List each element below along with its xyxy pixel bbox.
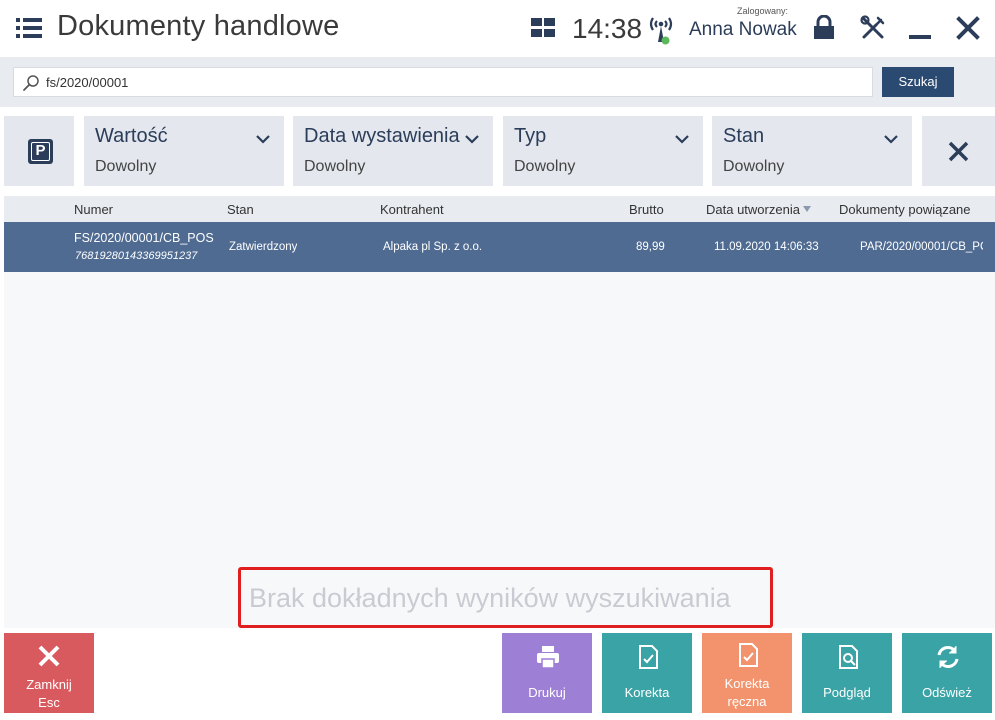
minimize-icon[interactable] <box>909 35 931 39</box>
cell-status: Zatwierdzony <box>229 241 298 253</box>
table-row[interactable]: FS/2020/00001/CB_POS 7681928014336995123… <box>4 222 995 272</box>
column-header-contractor[interactable]: Kontrahent <box>380 202 444 217</box>
preview-button-label: Podgląd <box>823 685 871 700</box>
parking-icon: P <box>28 139 53 164</box>
tools-icon[interactable] <box>860 15 886 41</box>
column-header-number[interactable]: Numer <box>74 202 113 217</box>
correction-button-label: Korekta <box>624 685 670 700</box>
column-header-status[interactable]: Stan <box>227 202 254 217</box>
cell-number-sub: 76819280143369951237 <box>75 250 198 262</box>
clock: 14:38 <box>572 13 643 44</box>
close-button-shortcut: Esc <box>38 695 60 710</box>
search-button[interactable]: Szukaj <box>882 67 954 97</box>
filter-selected-value: Dowolny <box>304 158 366 175</box>
filter-status[interactable]: Stan Dowolny <box>712 116 912 186</box>
cell-number: FS/2020/00001/CB_POS <box>74 231 214 245</box>
cell-created: 11.09.2020 14:06:33 <box>714 241 819 253</box>
menu-icon[interactable] <box>16 17 42 39</box>
parking-button[interactable]: P <box>4 116 74 186</box>
documents-table: Numer Stan Kontrahent Brutto Data utworz… <box>4 196 995 628</box>
chevron-down-icon <box>884 135 898 144</box>
print-button[interactable]: Drukuj <box>502 633 592 713</box>
print-button-label: Drukuj <box>528 685 566 700</box>
cell-related: PAR/2020/00001/CB_POS <box>860 241 983 253</box>
clear-icon <box>948 141 969 162</box>
clear-filters-button[interactable] <box>922 116 995 186</box>
filter-label: Stan <box>723 125 765 147</box>
filter-label: Typ <box>514 125 547 147</box>
correction-button[interactable]: Korekta <box>602 633 692 713</box>
logged-in-label: Zalogowany: <box>737 6 789 16</box>
lock-icon[interactable] <box>812 15 836 40</box>
table-header: Numer Stan Kontrahent Brutto Data utworz… <box>4 196 995 222</box>
refresh-button-label: Odśwież <box>922 685 972 700</box>
document-edit-icon <box>739 643 758 667</box>
document-search-icon <box>839 645 858 669</box>
filter-selected-value: Dowolny <box>723 158 785 175</box>
filter-type[interactable]: Typ Dowolny <box>503 116 703 186</box>
chevron-down-icon <box>465 135 479 144</box>
close-icon <box>38 645 60 667</box>
tiles-icon[interactable] <box>531 18 556 38</box>
refresh-button[interactable]: Odśwież <box>902 633 992 713</box>
close-icon[interactable] <box>956 16 980 40</box>
column-header-created[interactable]: Data utworzenia <box>706 202 811 217</box>
highlight-annotation <box>238 567 773 628</box>
search-input[interactable] <box>46 68 866 96</box>
filter-value[interactable]: Wartość Dowolny <box>84 116 284 186</box>
sort-descending-icon <box>802 206 811 212</box>
search-icon <box>23 75 39 91</box>
close-button-label: Zamknij <box>26 677 72 692</box>
filter-label: Wartość <box>95 125 168 147</box>
search-box <box>13 67 873 97</box>
refresh-icon <box>937 646 959 668</box>
filter-bar: P Wartość Dowolny Data wystawienia Dowol… <box>0 107 995 195</box>
cell-gross: 89,99 <box>636 241 665 253</box>
manual-correction-label-2: ręczna <box>727 694 767 709</box>
printer-icon <box>537 646 559 669</box>
filter-selected-value: Dowolny <box>95 158 157 175</box>
signal-icon <box>649 17 673 45</box>
page-title: Dokumenty handlowe <box>57 10 340 42</box>
filter-label: Data wystawienia <box>304 125 460 147</box>
column-header-related[interactable]: Dokumenty powiązane <box>839 202 971 217</box>
chevron-down-icon <box>675 135 689 144</box>
search-bar: Szukaj <box>0 57 995 107</box>
preview-button[interactable]: Podgląd <box>802 633 892 713</box>
manual-correction-button[interactable]: Korekta ręczna <box>702 633 792 713</box>
close-button[interactable]: Zamknij Esc <box>4 633 94 713</box>
chevron-down-icon <box>256 135 270 144</box>
user-name: Anna Nowak <box>689 19 797 40</box>
column-header-label: Data utworzenia <box>706 202 800 217</box>
manual-correction-label-1: Korekta <box>724 676 770 691</box>
filter-selected-value: Dowolny <box>514 158 576 175</box>
filter-issue-date[interactable]: Data wystawienia Dowolny <box>293 116 493 186</box>
app-header: Dokumenty handlowe 14:38 Zalogowany: Ann… <box>0 0 995 57</box>
cell-contractor: Alpaka pl Sp. z o.o. <box>383 241 483 253</box>
document-check-icon <box>639 645 658 669</box>
column-header-gross[interactable]: Brutto <box>629 202 664 217</box>
